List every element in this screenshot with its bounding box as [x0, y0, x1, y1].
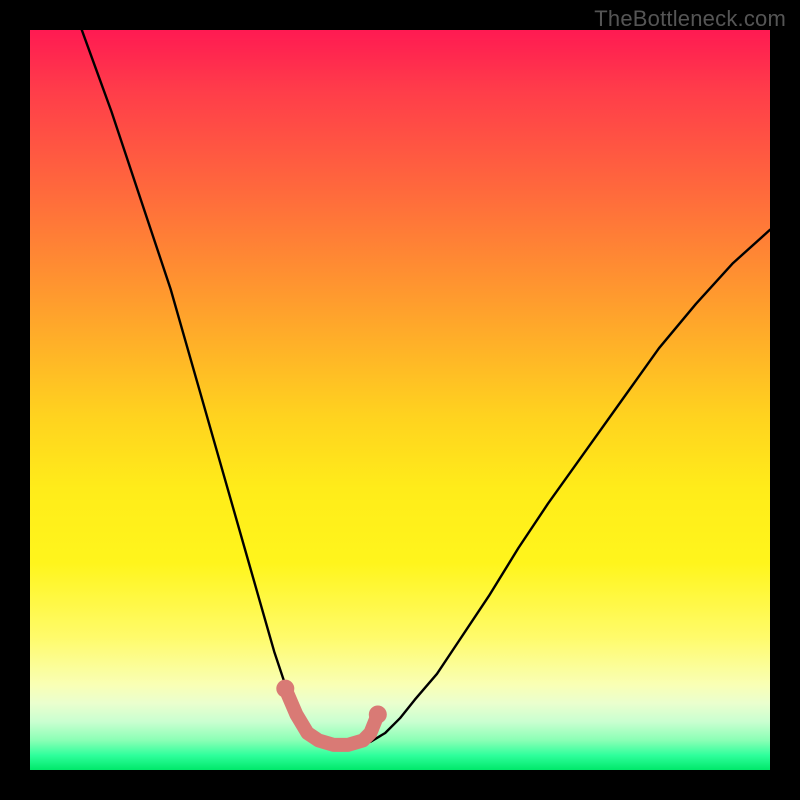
watermark-text: TheBottleneck.com — [594, 6, 786, 32]
trough-endpoint-dot — [276, 680, 294, 698]
trough-marker-group — [276, 680, 387, 745]
plot-area — [30, 30, 770, 770]
trough-stroke — [285, 689, 378, 745]
chart-frame: TheBottleneck.com — [0, 0, 800, 800]
chart-overlay — [30, 30, 770, 770]
bottleneck-curve — [82, 30, 770, 746]
trough-endpoint-dot — [369, 706, 387, 724]
